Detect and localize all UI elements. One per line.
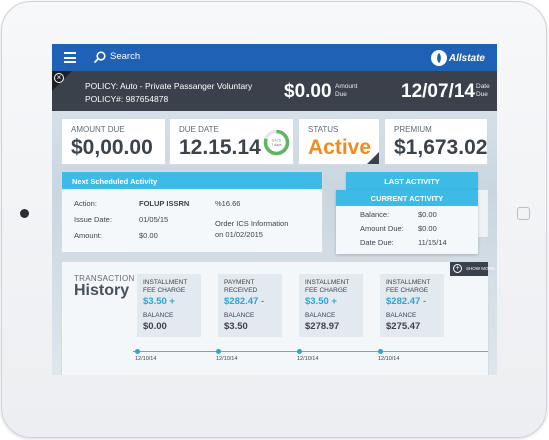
policy-number: POLICY#: 987654878 (85, 94, 169, 104)
transaction-amount: $3.50 + (143, 296, 175, 307)
action-value: FOLUP ISSRN (139, 199, 190, 208)
transaction-balance: $0.00 (143, 321, 167, 332)
timeline-date: 12/10/14 (216, 356, 238, 362)
current-activity-title[interactable]: CURRENT ACTIVITY (336, 190, 478, 206)
transaction-type: PAYMENT RECEIVED (224, 279, 258, 294)
transaction-amount: $3.50 + (305, 296, 337, 307)
transaction-type: INSTALLMENT FEE CHARGE (143, 279, 188, 294)
home-button[interactable] (517, 207, 530, 220)
app-screen: Search Allstate × POLICY: Auto - Private… (52, 44, 497, 375)
amount-due-label: AMOUNT DUE (71, 125, 125, 134)
timeline-dot (135, 349, 140, 354)
timeline-dot (378, 349, 383, 354)
date-due-label: Date Due: (360, 238, 394, 247)
timeline-line (133, 351, 488, 352)
premium-value: $1,673.02 (394, 136, 488, 159)
transaction-amount: $282.47 - (386, 296, 427, 307)
amount-due-value: $0,00.00 (71, 136, 153, 159)
transaction-balance-label: BALANCE (143, 312, 174, 319)
status-label: STATUS (308, 125, 339, 134)
transaction-amount: $282.47 - (224, 296, 265, 307)
transaction-history: TRANSACTION History SHOW MORE + INSTALLM… (62, 262, 495, 375)
amount-label: Amount: (74, 231, 102, 240)
transaction-card[interactable]: PAYMENT RECEIVED $282.47 - BALANCE $3.50 (218, 274, 282, 337)
allstate-logo-icon (430, 50, 447, 66)
date-due-value: 11/15/14 (418, 238, 447, 247)
balance-label: Balance: (360, 210, 390, 219)
transaction-card[interactable]: INSTALLMENT FEE CHARGE $282.47 - BALANCE … (380, 274, 444, 337)
status-card: STATUS Active (299, 119, 379, 164)
last-activity-tab[interactable]: LAST ACTIVITY (346, 172, 478, 190)
issue-date-value: 01/05/15 (139, 215, 169, 224)
next-activity-card: Next Scheduled Activity Action: FOLUP IS… (62, 172, 322, 252)
timeline-date: 12/10/14 (297, 356, 319, 362)
top-bar: Search Allstate (52, 44, 497, 71)
next-activity-title: Next Scheduled Activity (62, 172, 322, 189)
current-amount-due-value: $0.00 (418, 224, 437, 233)
header-amount-due-label: Amount Due (335, 83, 358, 98)
activity-card-stub (478, 190, 488, 237)
days-remaining-donut: DAYS 7 days (263, 129, 290, 156)
transaction-balance: $275.47 (386, 321, 421, 332)
timeline-date: 12/10/14 (378, 356, 400, 362)
note-line1: Order ICS Information (215, 219, 289, 228)
transaction-type: INSTALLMENT FEE CHARGE (305, 279, 350, 294)
timeline-date: 12/10/14 (135, 356, 157, 362)
menu-icon[interactable] (64, 52, 76, 63)
brand-name: Allstate (448, 52, 485, 64)
balance-value: $0.00 (418, 210, 437, 219)
due-date-value: 12.15.14 (179, 136, 261, 159)
timeline-dot (216, 349, 221, 354)
header-date-due: 12/07/14 (401, 81, 475, 102)
current-amount-due-label: Amount Due: (360, 224, 404, 233)
transaction-balance: $278.97 (305, 321, 340, 332)
status-corner-icon[interactable] (367, 152, 379, 164)
issue-date-label: Issue Date: (74, 215, 112, 224)
policy-bar: × POLICY: Auto - Private Passanger Volun… (52, 71, 497, 111)
plus-circle-icon[interactable]: + (453, 264, 462, 273)
due-date-label: DUE DATE (179, 125, 219, 134)
timeline-dot (297, 349, 302, 354)
current-activity-card: CURRENT ACTIVITY Balance: $0.00 Amount D… (336, 190, 478, 254)
due-date-card: DUE DATE 12.15.14 DAYS 7 days (170, 119, 293, 164)
transaction-card[interactable]: INSTALLMENT FEE CHARGE $3.50 + BALANCE $0… (137, 274, 201, 337)
status-value: Active (308, 136, 372, 159)
search-label[interactable]: Search (110, 51, 140, 62)
transaction-balance: $3.50 (224, 321, 248, 332)
days-label: DAYS (272, 139, 282, 143)
transaction-balance-label: BALANCE (224, 312, 255, 319)
note-line2: on 01/02/2015 (215, 230, 263, 239)
amount-value: $0.00 (139, 231, 158, 240)
transaction-card[interactable]: INSTALLMENT FEE CHARGE $3.50 + BALANCE $2… (299, 274, 363, 337)
premium-label: PREMIUM (394, 125, 432, 134)
close-icon[interactable]: × (54, 73, 64, 83)
search-icon[interactable] (94, 51, 106, 63)
amount-due-card: AMOUNT DUE $0,00.00 (62, 119, 165, 164)
action-percent: %16.66 (215, 199, 241, 208)
header-date-due-label: Date Due (476, 83, 490, 98)
policy-type: POLICY: Auto - Private Passanger Volunta… (85, 81, 253, 91)
transaction-balance-label: BALANCE (305, 312, 336, 319)
days-value: 7 days (271, 143, 282, 147)
camera (20, 209, 29, 218)
transaction-balance-label: BALANCE (386, 312, 417, 319)
brand: Allstate (430, 50, 485, 66)
transaction-type: INSTALLMENT FEE CHARGE (386, 279, 431, 294)
action-label: Action: (74, 199, 97, 208)
history-title: History (74, 282, 130, 299)
premium-card: PREMIUM $1,673.02 (385, 119, 487, 164)
header-amount-due: $0.00 (284, 81, 332, 102)
